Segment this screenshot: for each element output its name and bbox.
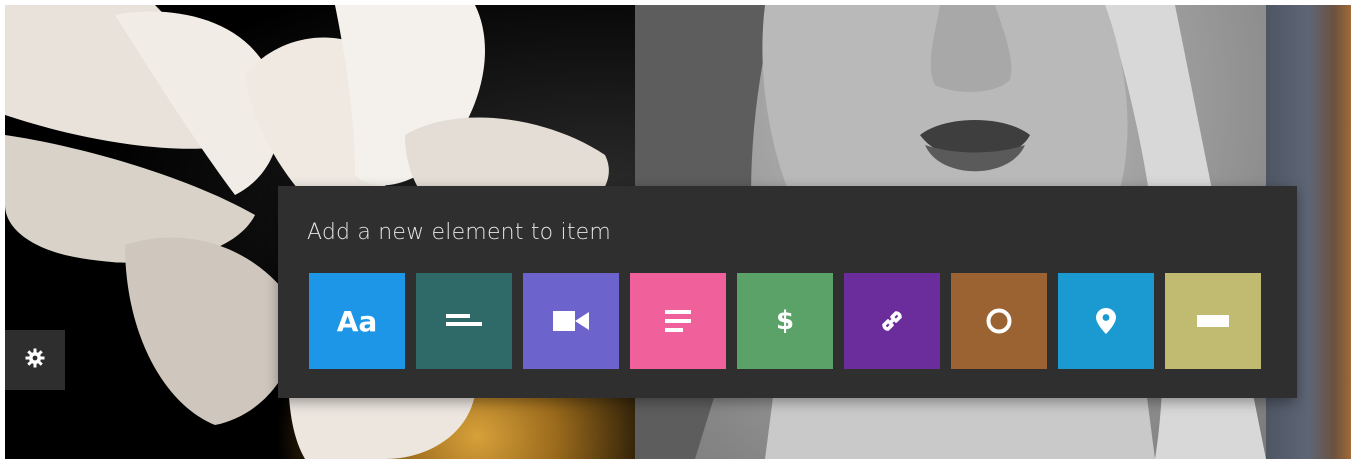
- gear-icon: [25, 348, 45, 373]
- link-icon: [879, 308, 905, 334]
- dollar-icon: $: [775, 306, 795, 336]
- add-link-button[interactable]: [844, 273, 940, 369]
- add-heading-button[interactable]: [416, 273, 512, 369]
- add-paragraph-button[interactable]: [630, 273, 726, 369]
- video-camera-icon: [553, 311, 589, 331]
- lines-icon: [446, 314, 482, 328]
- add-element-popup: Add a new element to item Aa $: [278, 186, 1297, 398]
- add-video-button[interactable]: [523, 273, 619, 369]
- text-aa-icon: Aa: [336, 304, 378, 338]
- element-tiles: Aa $: [309, 273, 1261, 369]
- add-text-button[interactable]: Aa: [309, 273, 405, 369]
- add-location-button[interactable]: [1058, 273, 1154, 369]
- circle-icon: [986, 308, 1012, 334]
- paragraph-lines-icon: [665, 310, 691, 332]
- popup-title: Add a new element to item: [307, 220, 612, 245]
- settings-button[interactable]: [5, 330, 65, 390]
- add-rectangle-button[interactable]: [1165, 273, 1261, 369]
- map-pin-icon: [1096, 308, 1116, 334]
- add-price-button[interactable]: $: [737, 273, 833, 369]
- add-circle-button[interactable]: [951, 273, 1047, 369]
- rectangle-icon: [1197, 315, 1229, 327]
